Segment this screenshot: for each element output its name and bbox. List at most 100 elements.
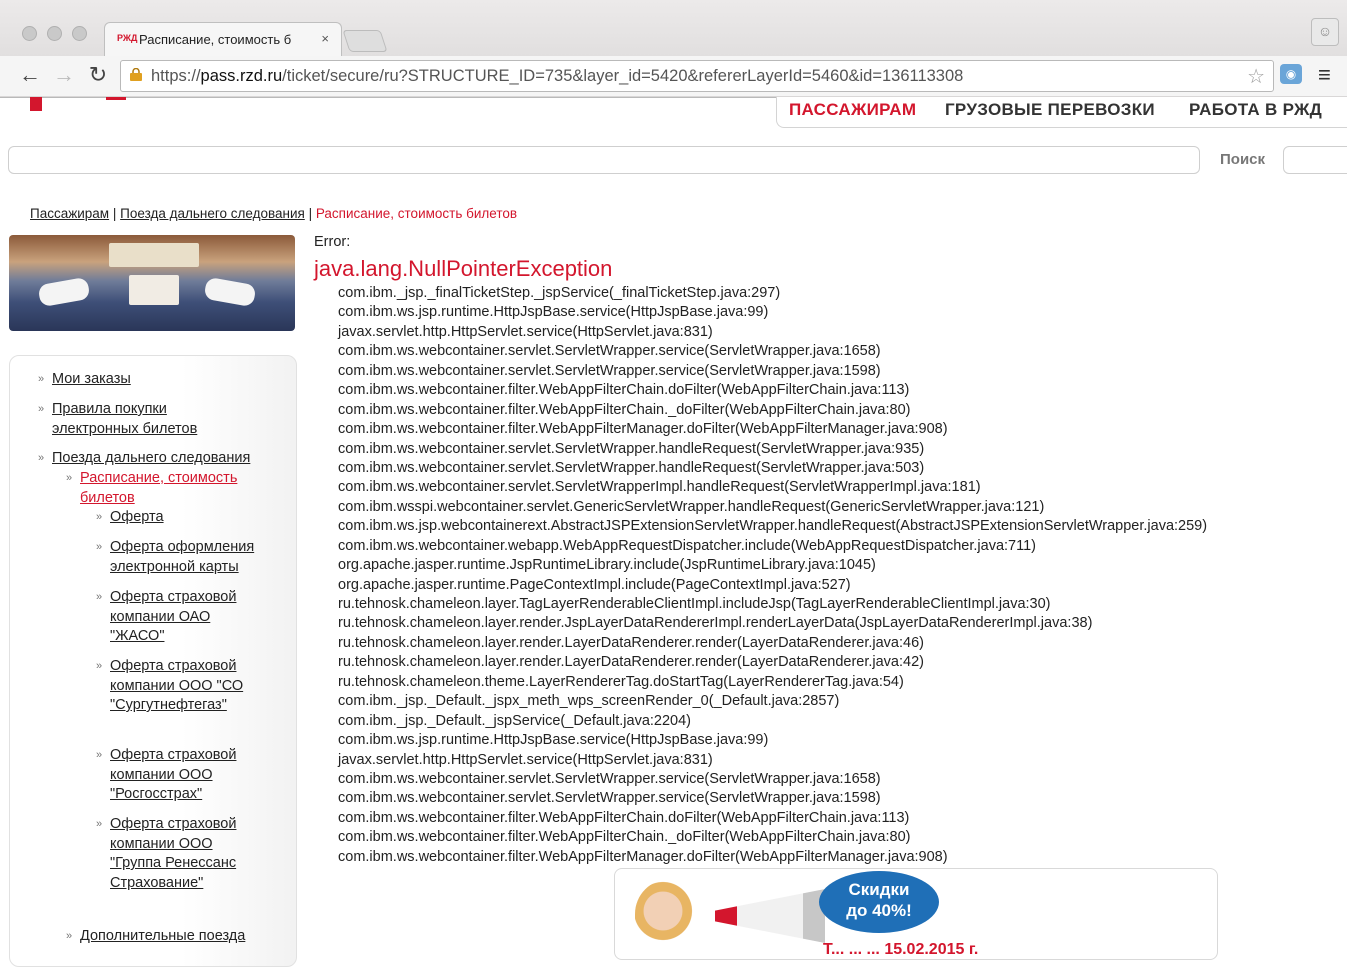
lock-icon	[130, 68, 142, 81]
tab-close-icon[interactable]: ×	[321, 31, 329, 46]
discount-bubble: Скидки до 40%!	[819, 871, 939, 933]
url-path: /ticket/secure/ru?STRUCTURE_ID=735&layer…	[282, 67, 964, 85]
hamburger-menu-icon[interactable]: ≡	[1318, 62, 1331, 88]
new-tab-button[interactable]	[342, 30, 388, 52]
url-scheme: https://	[151, 67, 201, 85]
rzd-logo-fragment	[106, 97, 126, 100]
top-navigation: ПАССАЖИРАМ ГРУЗОВЫЕ ПЕРЕВОЗКИ РАБОТА В Р…	[776, 97, 1347, 128]
stack-trace-line: com.ibm.ws.webcontainer.filter.WebAppFil…	[338, 848, 948, 865]
sidebar-item-offer[interactable]: » Оферта	[96, 508, 280, 528]
sidebar-link[interactable]: Расписание, стоимость билетов	[80, 470, 237, 506]
close-window-button[interactable]	[22, 26, 37, 41]
stack-trace-line: com.ibm.ws.jsp.runtime.HttpJspBase.servi…	[338, 304, 769, 321]
stack-trace-line: com.ibm._jsp._finalTicketStep._jspServic…	[338, 285, 781, 301]
address-bar[interactable]: https://pass.rzd.ru/ticket/secure/ru?STR…	[120, 60, 1274, 92]
chevron-right-icon: »	[96, 749, 103, 761]
sidebar-link[interactable]: Оферта страховой компании ООО "Росгосстр…	[110, 747, 236, 802]
discount-line-1: Скидки	[848, 880, 910, 899]
stack-trace-line: com.ibm.ws.webcontainer.servlet.ServletW…	[338, 790, 881, 807]
sidebar-menu: » Мои заказы » Правила покупки электронн…	[9, 355, 297, 967]
sidebar-item-insurance-sogaz[interactable]: » Оферта страховой компании ООО "СО "Сур…	[96, 657, 260, 716]
chevron-right-icon: »	[96, 511, 103, 523]
chevron-right-icon: »	[96, 818, 103, 830]
browser-toolbar: ← → ↻ https://pass.rzd.ru/ticket/secure/…	[0, 56, 1347, 96]
nav-jobs[interactable]: РАБОТА В РЖД	[1189, 100, 1322, 120]
sidebar-link[interactable]: Поезда дальнего следования	[52, 450, 250, 466]
stack-trace-line: com.ibm.ws.webcontainer.filter.WebAppFil…	[338, 421, 948, 438]
stack-trace-line: com.ibm.wsspi.webcontainer.servlet.Gener…	[338, 498, 1045, 515]
chevron-right-icon: »	[96, 591, 103, 603]
forward-arrow-icon[interactable]: →	[50, 61, 78, 89]
sidebar-link[interactable]: Мои заказы	[52, 371, 131, 387]
breadcrumb-long-distance[interactable]: Поезда дальнего следования	[120, 206, 305, 221]
sidebar-item-offer-card[interactable]: » Оферта оформления электронной карты	[96, 538, 280, 577]
stack-trace-line: com.ibm.ws.webcontainer.servlet.ServletW…	[338, 343, 881, 360]
sidebar-item-rules[interactable]: » Правила покупки электронных билетов	[38, 400, 232, 439]
url-text: https://pass.rzd.ru/ticket/secure/ru?STR…	[151, 67, 963, 86]
search-label: Поиск	[1220, 151, 1266, 168]
promo-text: Т... ... ... 15.02.2015 г.	[823, 941, 979, 958]
sidebar-item-insurance-jaso[interactable]: » Оферта страховой компании ОАО "ЖАСО"	[96, 588, 260, 647]
sidebar-link[interactable]: Дополнительные поезда	[80, 928, 245, 944]
stack-trace-line: com.ibm.ws.jsp.webcontainerext.AbstractJ…	[338, 518, 1208, 535]
nav-passengers[interactable]: ПАССАЖИРАМ	[789, 100, 916, 120]
zoom-window-button[interactable]	[72, 26, 87, 41]
breadcrumb-separator: |	[308, 206, 313, 221]
stack-trace-line: com.ibm.ws.webcontainer.filter.WebAppFil…	[338, 829, 911, 846]
sidebar-link[interactable]: Правила покупки электронных билетов	[52, 401, 197, 437]
chevron-right-icon: »	[38, 452, 45, 464]
stack-trace-line: com.ibm.ws.webcontainer.filter.WebAppFil…	[338, 401, 911, 418]
search-input[interactable]	[1283, 146, 1347, 174]
nav-freight[interactable]: ГРУЗОВЫЕ ПЕРЕВОЗКИ	[945, 100, 1155, 120]
browser-tab[interactable]: РЖД Расписание, стоимость б ×	[104, 22, 342, 57]
stack-trace-line: com.ibm.ws.webcontainer.filter.WebAppFil…	[338, 809, 910, 826]
back-arrow-icon[interactable]: ←	[16, 61, 44, 89]
browser-window-chrome: РЖД Расписание, стоимость б × ☺ ← → ↻ ht…	[0, 0, 1347, 98]
stack-trace-line: org.apache.jasper.runtime.PageContextImp…	[338, 576, 851, 593]
stack-trace-line: javax.servlet.http.HttpServlet.service(H…	[338, 751, 713, 768]
discount-line-2: до 40%!	[846, 901, 912, 920]
stack-trace-line: org.apache.jasper.runtime.JspRuntimeLibr…	[338, 557, 876, 574]
chevron-right-icon: »	[66, 930, 73, 942]
sidebar-item-insurance-ren[interactable]: » Оферта страховой компании ООО "Группа …	[96, 815, 260, 893]
chevron-right-icon: »	[66, 472, 73, 484]
sidebar-link[interactable]: Оферта страховой компании ОАО "ЖАСО"	[110, 589, 236, 644]
tab-title: Расписание, стоимость б	[139, 32, 292, 47]
sidebar-item-additional-trains[interactable]: » Дополнительные поезда	[66, 927, 280, 947]
sidebar-item-long-distance[interactable]: » Поезда дальнего следования	[38, 449, 292, 469]
sidebar-link[interactable]: Оферта	[110, 509, 164, 525]
sidebar-item-schedule[interactable]: » Расписание, стоимость билетов	[66, 469, 270, 508]
url-host: pass.rzd.ru	[200, 67, 283, 85]
promo-banner[interactable]: Скидки до 40%! Т... ... ... 15.02.2015 г…	[614, 868, 1218, 960]
sidebar-item-insurance-rgs[interactable]: » Оферта страховой компании ООО "Росгосс…	[96, 746, 262, 805]
train-compartment-image	[9, 235, 295, 331]
profile-icon[interactable]: ☺	[1311, 18, 1339, 46]
error-panel: Error: java.lang.NullPointerException co…	[314, 234, 1207, 865]
minimize-window-button[interactable]	[47, 26, 62, 41]
sidebar-item-my-orders[interactable]: » Мои заказы	[38, 370, 272, 390]
rzd-logo[interactable]	[30, 97, 42, 111]
breadcrumb-current: Расписание, стоимость билетов	[315, 206, 518, 221]
breadcrumb-passengers[interactable]: Пассажирам	[30, 206, 109, 221]
sidebar-link[interactable]: Оферта страховой компании ООО "Группа Ре…	[110, 816, 236, 891]
stack-trace-line: ru.tehnosk.chameleon.layer.render.LayerD…	[338, 654, 924, 671]
chevron-right-icon: »	[96, 541, 103, 553]
stack-trace-line: com.ibm.ws.webcontainer.servlet.ServletW…	[338, 459, 925, 476]
camera-extension-icon[interactable]: ◉	[1280, 64, 1302, 84]
chevron-right-icon: »	[96, 660, 103, 672]
chevron-right-icon: »	[38, 403, 45, 415]
rzd-favicon-icon: РЖД	[117, 33, 138, 43]
sidebar-link[interactable]: Оферта оформления электронной карты	[110, 539, 254, 575]
stack-trace-line: com.ibm.ws.jsp.runtime.HttpJspBase.servi…	[338, 732, 769, 749]
window-controls	[22, 26, 87, 41]
bookmark-star-icon[interactable]: ☆	[1247, 64, 1265, 89]
reload-icon[interactable]: ↻	[84, 61, 112, 89]
stack-trace-line: com.ibm.ws.webcontainer.servlet.ServletW…	[338, 362, 881, 379]
stack-trace-line: com.ibm.ws.webcontainer.servlet.ServletW…	[338, 479, 981, 496]
sidebar-link[interactable]: Оферта страховой компании ООО "СО "Сургу…	[110, 658, 243, 713]
stack-trace-line: com.ibm._jsp._Default._jspService(_Defau…	[338, 712, 692, 729]
breadcrumb: Пассажирам | Поезда дальнего следования …	[30, 206, 517, 221]
stack-trace-line: javax.servlet.http.HttpServlet.service(H…	[338, 323, 713, 340]
stack-trace-line: com.ibm.ws.webcontainer.webapp.WebAppReq…	[338, 537, 1037, 554]
pillow-left	[37, 276, 91, 308]
